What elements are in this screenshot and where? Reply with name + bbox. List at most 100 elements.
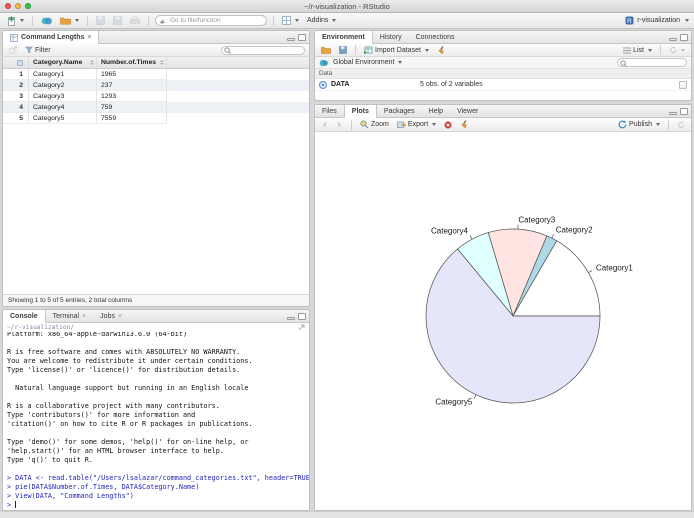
print-button[interactable]: [128, 15, 142, 26]
table-row[interactable]: 1 Category1 1965: [3, 69, 309, 80]
list-icon: [623, 47, 632, 53]
sort-icon[interactable]: [90, 60, 94, 65]
viewer-search-input[interactable]: [221, 45, 305, 55]
close-icon[interactable]: ×: [82, 313, 86, 320]
popout-icon[interactable]: [298, 324, 305, 331]
environment-scope-button[interactable]: Global Environment: [331, 58, 404, 67]
chevron-down-icon: [432, 123, 437, 126]
new-project-button[interactable]: [39, 15, 54, 27]
maximize-pane-button[interactable]: [298, 313, 306, 320]
tab-console-jobs[interactable]: Jobs ×: [93, 310, 129, 322]
save-button[interactable]: [94, 15, 107, 26]
chevron-down-icon: [656, 123, 660, 126]
tab-env-history[interactable]: History: [373, 31, 409, 43]
maximize-pane-button[interactable]: [680, 34, 688, 41]
new-file-button[interactable]: [5, 15, 26, 27]
toolbar-divider: [355, 45, 356, 55]
clear-objects-button[interactable]: [435, 45, 448, 56]
tab-plots-help[interactable]: Help: [422, 105, 450, 117]
pane-layout-icon: [282, 16, 291, 25]
open-file-button[interactable]: [58, 15, 81, 26]
table-row[interactable]: 3 Category3 1293: [3, 91, 309, 102]
minimize-window-button[interactable]: [15, 3, 21, 9]
maximize-pane-button[interactable]: [680, 108, 688, 115]
close-window-button[interactable]: [5, 3, 11, 9]
sort-icon[interactable]: [160, 60, 164, 65]
remove-plot-button[interactable]: [442, 120, 454, 130]
tab-env-connections[interactable]: Connections: [409, 31, 462, 43]
export-icon: [397, 121, 406, 128]
main-toolbar: Addins R r-visualization: [0, 13, 694, 29]
save-workspace-button[interactable]: [337, 45, 349, 55]
new-file-icon: [8, 16, 15, 26]
window-controls: [5, 3, 31, 9]
print-icon: [130, 16, 140, 24]
maximize-pane-button[interactable]: [298, 34, 306, 41]
row-number-cell: 3: [3, 91, 29, 102]
tab-plots-plots[interactable]: Plots: [343, 105, 377, 118]
table-corner-cell[interactable]: [3, 57, 29, 68]
plots-pane: Files Plots Packages Help Viewer Zoom Export: [314, 104, 692, 511]
forward-arrow-icon: [338, 121, 342, 128]
number-of-times-cell: 7559: [97, 113, 167, 124]
pane-window-controls: [287, 34, 306, 41]
pie-label-category5: Category5: [435, 398, 472, 407]
publish-button[interactable]: Publish: [616, 119, 662, 130]
import-dataset-button[interactable]: Import Dataset: [362, 45, 431, 55]
category-name-cell: Category5: [29, 113, 97, 124]
goto-file-wrap: [155, 15, 267, 26]
zoom-plot-button[interactable]: Zoom: [358, 119, 391, 130]
close-icon[interactable]: ×: [87, 34, 91, 41]
export-plot-button[interactable]: Export: [395, 120, 438, 130]
column-header-2[interactable]: Number.of.Times: [97, 57, 167, 68]
tab-plots-files[interactable]: Files: [315, 105, 344, 117]
magnifier-icon: [360, 120, 369, 129]
refresh-button[interactable]: [667, 45, 687, 55]
pie-label-category2: Category2: [556, 225, 593, 234]
refresh-icon: [670, 46, 676, 53]
table-row[interactable]: 4 Category4 759: [3, 102, 309, 113]
grid-view-icon[interactable]: [679, 80, 687, 89]
console-line: Platform: x86_64-apple-darwin13.6.0 (64-…: [7, 332, 188, 338]
environment-search-input[interactable]: [617, 58, 687, 67]
row-number-cell: 2: [3, 80, 29, 91]
table-row[interactable]: 2 Category2 237: [3, 80, 309, 91]
previous-plot-button[interactable]: [319, 120, 330, 129]
load-workspace-button[interactable]: [319, 45, 333, 55]
tab-label: Plots: [351, 108, 369, 115]
minimize-pane-button[interactable]: [669, 112, 677, 115]
tab-env-environment[interactable]: Environment: [315, 31, 373, 44]
refresh-plot-button[interactable]: [675, 120, 687, 130]
tab-plots-viewer[interactable]: Viewer: [450, 105, 485, 117]
table-status-text: Showing 1 to 5 of 5 entries, 2 total col…: [8, 297, 133, 304]
minimize-pane-button[interactable]: [669, 38, 677, 41]
save-all-button[interactable]: [111, 15, 124, 26]
environment-object-row[interactable]: DATA 5 obs. of 2 variables: [315, 79, 691, 91]
tab-console-terminal[interactable]: Terminal ×: [46, 310, 94, 322]
console-output[interactable]: Platform: x86_64-apple-darwin13.6.0 (64-…: [3, 332, 309, 510]
goto-file-input[interactable]: [155, 15, 267, 26]
column-header-1[interactable]: Category.Name: [29, 57, 97, 68]
minimize-pane-button[interactable]: [287, 38, 295, 41]
clear-plots-button[interactable]: [458, 119, 471, 130]
tab-console-console[interactable]: Console: [3, 310, 46, 323]
filter-button[interactable]: Filter: [23, 45, 53, 55]
table-row[interactable]: 5 Category5 7559: [3, 113, 309, 124]
close-icon[interactable]: ×: [118, 313, 122, 320]
tab-plots-packages[interactable]: Packages: [377, 105, 422, 117]
project-menu-button[interactable]: R r-visualization: [625, 16, 689, 25]
list-view-button[interactable]: List: [621, 46, 654, 55]
next-plot-button[interactable]: [334, 120, 345, 129]
console-pane: Console Terminal × Jobs × ~/r-visualization/…: [2, 309, 310, 511]
data-viewer-pane: Command Lengths × Filter Category.Name Nu…: [2, 30, 310, 307]
minimize-pane-button[interactable]: [287, 317, 295, 320]
pane-layout-button[interactable]: [280, 15, 301, 26]
tab-label: Jobs: [100, 312, 115, 320]
popout-button[interactable]: [7, 45, 19, 55]
zoom-window-button[interactable]: [25, 3, 31, 9]
working-directory-label: ~/r-visualization/: [7, 324, 75, 331]
tab-command-lengths[interactable]: Command Lengths ×: [3, 31, 100, 44]
chevron-down-icon: [398, 61, 403, 64]
addins-button[interactable]: Addins: [305, 16, 338, 25]
